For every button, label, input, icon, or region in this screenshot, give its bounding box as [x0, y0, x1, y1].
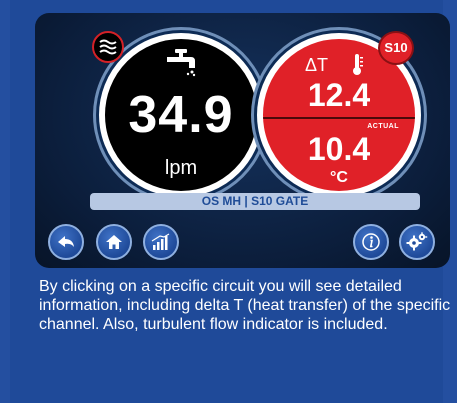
feature-caption: By clicking on a specific circuit you wi… — [39, 278, 451, 333]
home-button[interactable] — [96, 224, 132, 260]
statistics-button[interactable] — [143, 224, 179, 260]
temp-unit: °C — [330, 169, 348, 186]
circuit-location: OS MH — [201, 194, 242, 208]
faucet-icon — [167, 49, 196, 77]
info-button[interactable] — [353, 224, 389, 260]
settings-button[interactable] — [399, 224, 435, 260]
actual-temp-value: 10.4 — [307, 131, 371, 167]
thermometer-icon — [353, 54, 363, 75]
turbulent-flow-button[interactable] — [92, 31, 124, 63]
settings-gears-icon — [406, 232, 428, 251]
circuit-name-bar: OS MH | S10 GATE — [90, 193, 420, 210]
device-screen: 34.9 lpm ΔT 12.4 ACTUAL 10.4 °C S10 OS M… — [35, 13, 450, 268]
feature-card: 34.9 lpm ΔT 12.4 ACTUAL 10.4 °C S10 OS M… — [10, 0, 450, 403]
dial-divider — [263, 117, 415, 119]
circuit-separator: | — [244, 194, 248, 208]
circuit-badge[interactable]: S10 — [378, 31, 414, 65]
back-button[interactable] — [48, 224, 84, 260]
flow-unit: lpm — [164, 157, 198, 179]
flow-value: 34.9 — [128, 86, 234, 144]
info-icon — [362, 233, 380, 251]
delta-t-label: ΔT — [305, 55, 329, 75]
turbulent-flow-icon — [99, 39, 117, 55]
actual-label: ACTUAL — [367, 123, 399, 130]
home-icon — [106, 235, 122, 249]
delta-t-value: 12.4 — [307, 77, 371, 113]
signal-chart-icon — [151, 233, 170, 250]
back-arrow-icon — [58, 236, 74, 247]
circuit-name: S10 GATE — [251, 194, 309, 208]
flow-dial[interactable]: 34.9 lpm — [99, 33, 263, 197]
